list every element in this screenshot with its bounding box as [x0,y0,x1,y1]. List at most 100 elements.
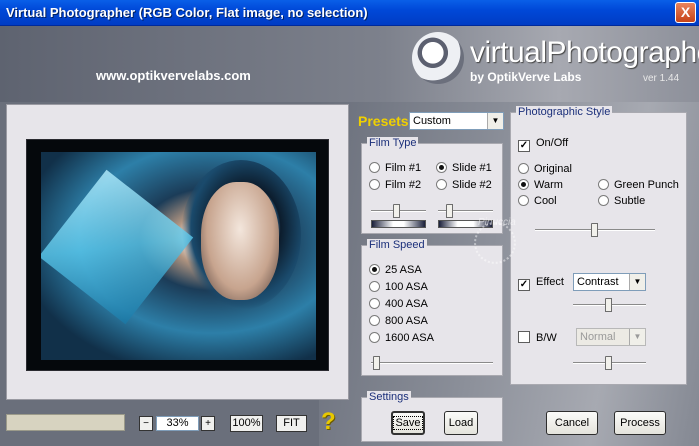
preview-panel [6,104,349,400]
film-type-slider-left[interactable] [371,204,426,218]
style-warm[interactable]: Warm [518,179,563,192]
film-speed-400[interactable]: 400 ASA [369,298,428,311]
version-label: ver 1.44 [643,73,680,84]
bw-dropdown[interactable]: Normal ▼ [576,328,646,346]
film-type-gradient-left [371,220,426,228]
zoom-in-button[interactable]: + [201,416,215,431]
watermark-text: Pinuccia [478,217,516,228]
slider-track [371,362,493,364]
film-type-title: Film Type [367,137,419,150]
effect-slider[interactable] [573,298,646,312]
zoom-100-button[interactable]: 100% [230,415,263,432]
film-type-film1[interactable]: Film #1 [369,162,421,175]
presets-selected: Custom [413,115,451,127]
film-type-film2[interactable]: Film #2 [369,179,421,192]
presets-dropdown[interactable]: Custom ▼ [409,112,504,130]
radio-800-asa[interactable] [369,315,380,326]
bw-slider[interactable] [573,356,646,370]
film-speed-400-label: 400 ASA [385,298,428,310]
style-green-punch-label: Green Punch [614,179,679,191]
style-onoff[interactable]: ✓ On/Off [518,137,568,152]
photographic-style-title: Photographic Style [516,106,613,119]
photo-frame [26,139,329,371]
process-button[interactable]: Process [614,411,666,435]
radio-100-asa[interactable] [369,281,380,292]
film-speed-25-label: 25 ASA [385,264,422,276]
style-original-label: Original [534,163,572,175]
preview-image[interactable] [41,152,316,360]
radio-green-punch[interactable] [598,179,609,190]
radio-slide1[interactable] [436,162,447,173]
optikverve-logo-icon [412,32,464,84]
radio-slide2[interactable] [436,179,447,190]
title-bar: Virtual Photographer (RGB Color, Flat im… [0,0,699,26]
style-cool-label: Cool [534,195,557,207]
radio-film2[interactable] [369,179,380,190]
style-green-punch[interactable]: Green Punch [598,179,679,192]
effect-selected: Contrast [577,276,619,288]
style-original[interactable]: Original [518,163,572,176]
zoom-field[interactable]: 33% [156,416,199,431]
film-speed-25[interactable]: 25 ASA [369,264,422,277]
bw-option[interactable]: B/W [518,331,557,345]
style-subtle-label: Subtle [614,195,646,207]
chevron-down-icon[interactable]: ▼ [629,329,645,345]
radio-1600-asa[interactable] [369,332,380,343]
slider-thumb[interactable] [446,204,453,218]
chevron-down-icon[interactable]: ▼ [487,113,503,129]
slider-thumb[interactable] [605,356,612,370]
radio-25-asa[interactable] [369,264,380,275]
film-speed-1600[interactable]: 1600 ASA [369,332,434,345]
presets-label: Presets [358,113,409,129]
film-speed-group: Film Speed 25 ASA 100 ASA 400 ASA 800 AS… [361,239,503,376]
chevron-down-icon[interactable]: ▼ [629,274,645,290]
settings-title: Settings [367,391,411,404]
film-type-slide2-label: Slide #2 [452,179,492,191]
style-slider[interactable] [535,223,655,237]
zoom-progress-bar [6,414,125,431]
film-type-film2-label: Film #2 [385,179,422,191]
settings-group: Settings Save Load [361,391,503,442]
style-onoff-label: On/Off [536,137,569,149]
image-diamond-shape [41,169,194,325]
slider-thumb[interactable] [591,223,598,237]
radio-original[interactable] [518,163,529,174]
slider-thumb[interactable] [605,298,612,312]
cancel-button[interactable]: Cancel [546,411,598,435]
style-warm-label: Warm [534,179,563,191]
slider-thumb[interactable] [393,204,400,218]
film-speed-slider[interactable] [371,356,493,370]
photographic-style-group: Photographic Style ✓ On/Off Original Warm… [510,106,687,385]
help-icon[interactable]: ? [321,408,341,436]
film-type-slide1[interactable]: Slide #1 [436,162,492,175]
film-speed-title: Film Speed [367,239,427,252]
load-button[interactable]: Load [444,411,478,435]
effect-checkbox[interactable]: ✓ [518,279,530,291]
radio-400-asa[interactable] [369,298,380,309]
style-cool[interactable]: Cool [518,195,557,208]
zoom-out-button[interactable]: − [139,416,153,431]
film-type-slider-right[interactable] [438,204,493,218]
film-type-film1-label: Film #1 [385,162,422,174]
film-type-slide2[interactable]: Slide #2 [436,179,492,192]
radio-subtle[interactable] [598,195,609,206]
slider-thumb[interactable] [373,356,380,370]
effect-option[interactable]: ✓ Effect [518,276,564,291]
bw-label: B/W [536,332,557,344]
style-subtle[interactable]: Subtle [598,195,645,208]
bw-selected: Normal [580,331,616,343]
effect-dropdown[interactable]: Contrast ▼ [573,273,646,291]
radio-film1[interactable] [369,162,380,173]
zoom-fit-button[interactable]: FIT [276,415,307,432]
radio-warm[interactable] [518,179,529,190]
radio-cool[interactable] [518,195,529,206]
bw-checkbox[interactable] [518,331,530,343]
film-speed-100[interactable]: 100 ASA [369,281,428,294]
film-speed-1600-label: 1600 ASA [385,332,434,344]
onoff-checkbox[interactable]: ✓ [518,140,530,152]
website-link[interactable]: www.optikvervelabs.com [96,68,251,83]
save-button[interactable]: Save [391,411,425,435]
close-button[interactable]: X [675,2,696,23]
window-title: Virtual Photographer (RGB Color, Flat im… [6,5,368,20]
film-speed-800[interactable]: 800 ASA [369,315,428,328]
